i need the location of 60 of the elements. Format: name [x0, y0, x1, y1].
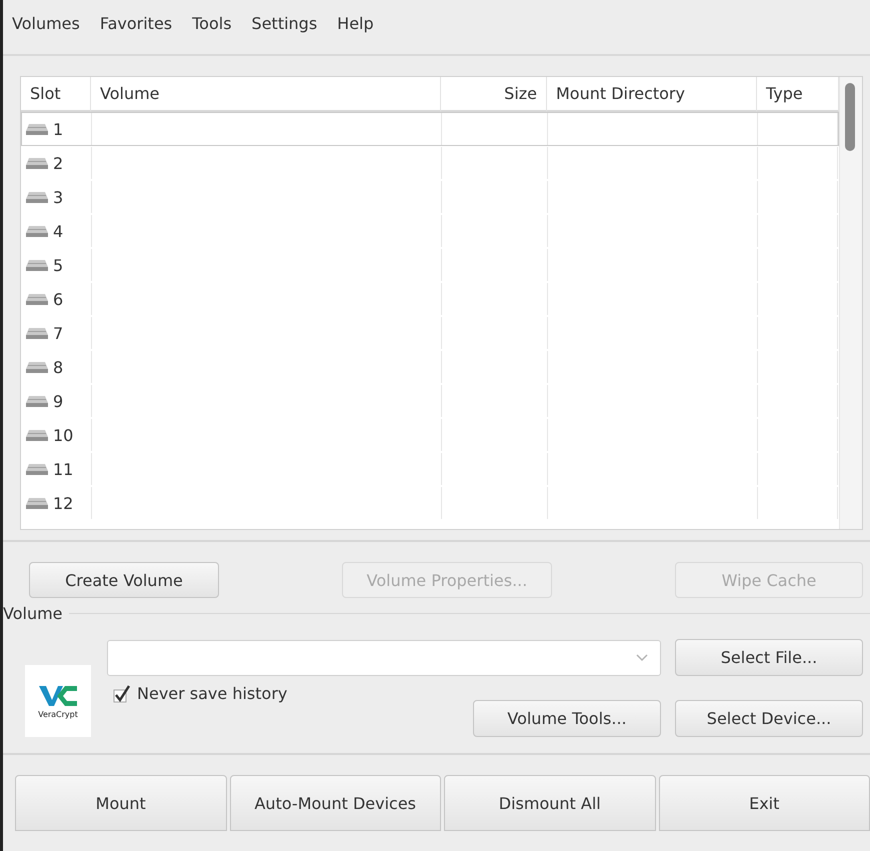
column-header[interactable]: Volume [91, 77, 441, 112]
slot-number: 1 [53, 120, 64, 138]
drive-icon [26, 292, 48, 306]
scrollbar[interactable] [839, 77, 862, 529]
menu-item[interactable]: Help [337, 14, 374, 33]
select-device-button[interactable]: Select Device... [675, 700, 863, 737]
slot-number: 2 [53, 154, 64, 172]
drive-icon [26, 394, 48, 408]
column-header[interactable]: Mount Directory [547, 77, 757, 112]
drive-icon [26, 428, 48, 442]
menu-item[interactable]: Favorites [100, 14, 172, 33]
slot-number: 4 [53, 222, 64, 240]
menu-item[interactable]: Tools [192, 14, 232, 33]
drive-icon [26, 462, 48, 476]
logo-text: VeraCrypt [38, 710, 78, 718]
table-row[interactable]: 11 [21, 452, 839, 486]
menu-item[interactable]: Volumes [12, 14, 80, 33]
group-label: Volume [3, 604, 63, 623]
table-row[interactable]: 9 [21, 384, 839, 418]
table-row[interactable]: 3 [21, 180, 839, 214]
table-row[interactable]: 5 [21, 248, 839, 282]
column-header[interactable]: Slot [21, 77, 91, 112]
bottom-button[interactable]: Auto-Mount Devices [230, 775, 441, 831]
slot-number: 9 [53, 392, 64, 410]
bottom-button[interactable]: Exit [658, 775, 870, 831]
slot-number: 5 [53, 256, 64, 274]
table-row[interactable]: 6 [21, 282, 839, 316]
drive-icon [26, 122, 48, 136]
table-row[interactable]: 4 [21, 214, 839, 248]
drive-icon [26, 258, 48, 272]
drive-icon [26, 224, 48, 238]
table-row[interactable]: 8 [21, 350, 839, 384]
checkbox-label[interactable]: Never save history [137, 684, 288, 703]
bottom-button[interactable]: Dismount All [444, 775, 656, 831]
drive-icon [26, 326, 48, 340]
select-file-button[interactable]: Select File... [675, 639, 863, 676]
volume-tools-button[interactable]: Volume Tools... [473, 700, 661, 737]
drive-icon [26, 496, 48, 510]
logo-icon [39, 684, 77, 708]
drive-icon [26, 360, 48, 374]
menu-item[interactable]: Settings [252, 14, 318, 33]
drive-icon [26, 156, 48, 170]
slot-number: 11 [53, 460, 74, 478]
slot-number: 6 [53, 290, 64, 308]
table-row[interactable]: 12 [21, 486, 839, 520]
table-row[interactable]: 10 [21, 418, 839, 452]
slot-number: 8 [53, 358, 64, 376]
table-row[interactable]: 7 [21, 316, 839, 350]
slot-number: 12 [53, 494, 74, 512]
slot-number: 3 [53, 188, 64, 206]
slot-number: 10 [53, 426, 74, 444]
table-row[interactable]: 1 [21, 112, 839, 146]
slot-number: 7 [53, 324, 64, 342]
checkbox[interactable] [113, 684, 131, 702]
drive-icon [26, 190, 48, 204]
bottom-button[interactable]: Mount [15, 775, 226, 831]
column-header[interactable]: Size [441, 77, 547, 112]
table-row[interactable]: 2 [21, 146, 839, 180]
action-button[interactable]: Create Volume [29, 562, 219, 598]
dropdown-caret-icon[interactable] [636, 654, 648, 662]
